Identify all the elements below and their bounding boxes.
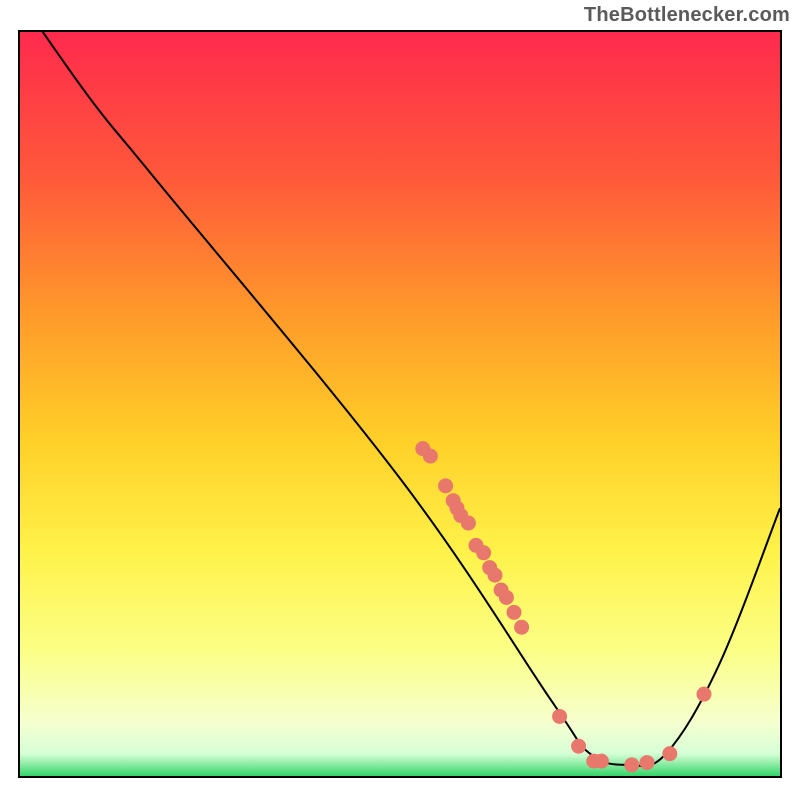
data-point — [697, 687, 712, 702]
attribution-text: TheBottlenecker.com — [584, 4, 790, 27]
data-point — [662, 746, 677, 761]
data-point — [624, 757, 639, 772]
chart-container: TheBottlenecker.com — [0, 0, 800, 800]
data-point — [552, 709, 567, 724]
data-point — [594, 754, 609, 769]
plot-svg — [20, 32, 780, 776]
data-point — [499, 590, 514, 605]
data-point — [507, 605, 522, 620]
gradient-background — [20, 32, 780, 776]
data-point — [461, 516, 476, 531]
data-point — [423, 449, 438, 464]
data-point — [514, 620, 529, 635]
data-point — [488, 568, 503, 583]
data-point — [476, 545, 491, 560]
plot-area — [18, 30, 782, 778]
data-point — [438, 478, 453, 493]
data-point — [571, 739, 586, 754]
data-point — [640, 755, 655, 770]
